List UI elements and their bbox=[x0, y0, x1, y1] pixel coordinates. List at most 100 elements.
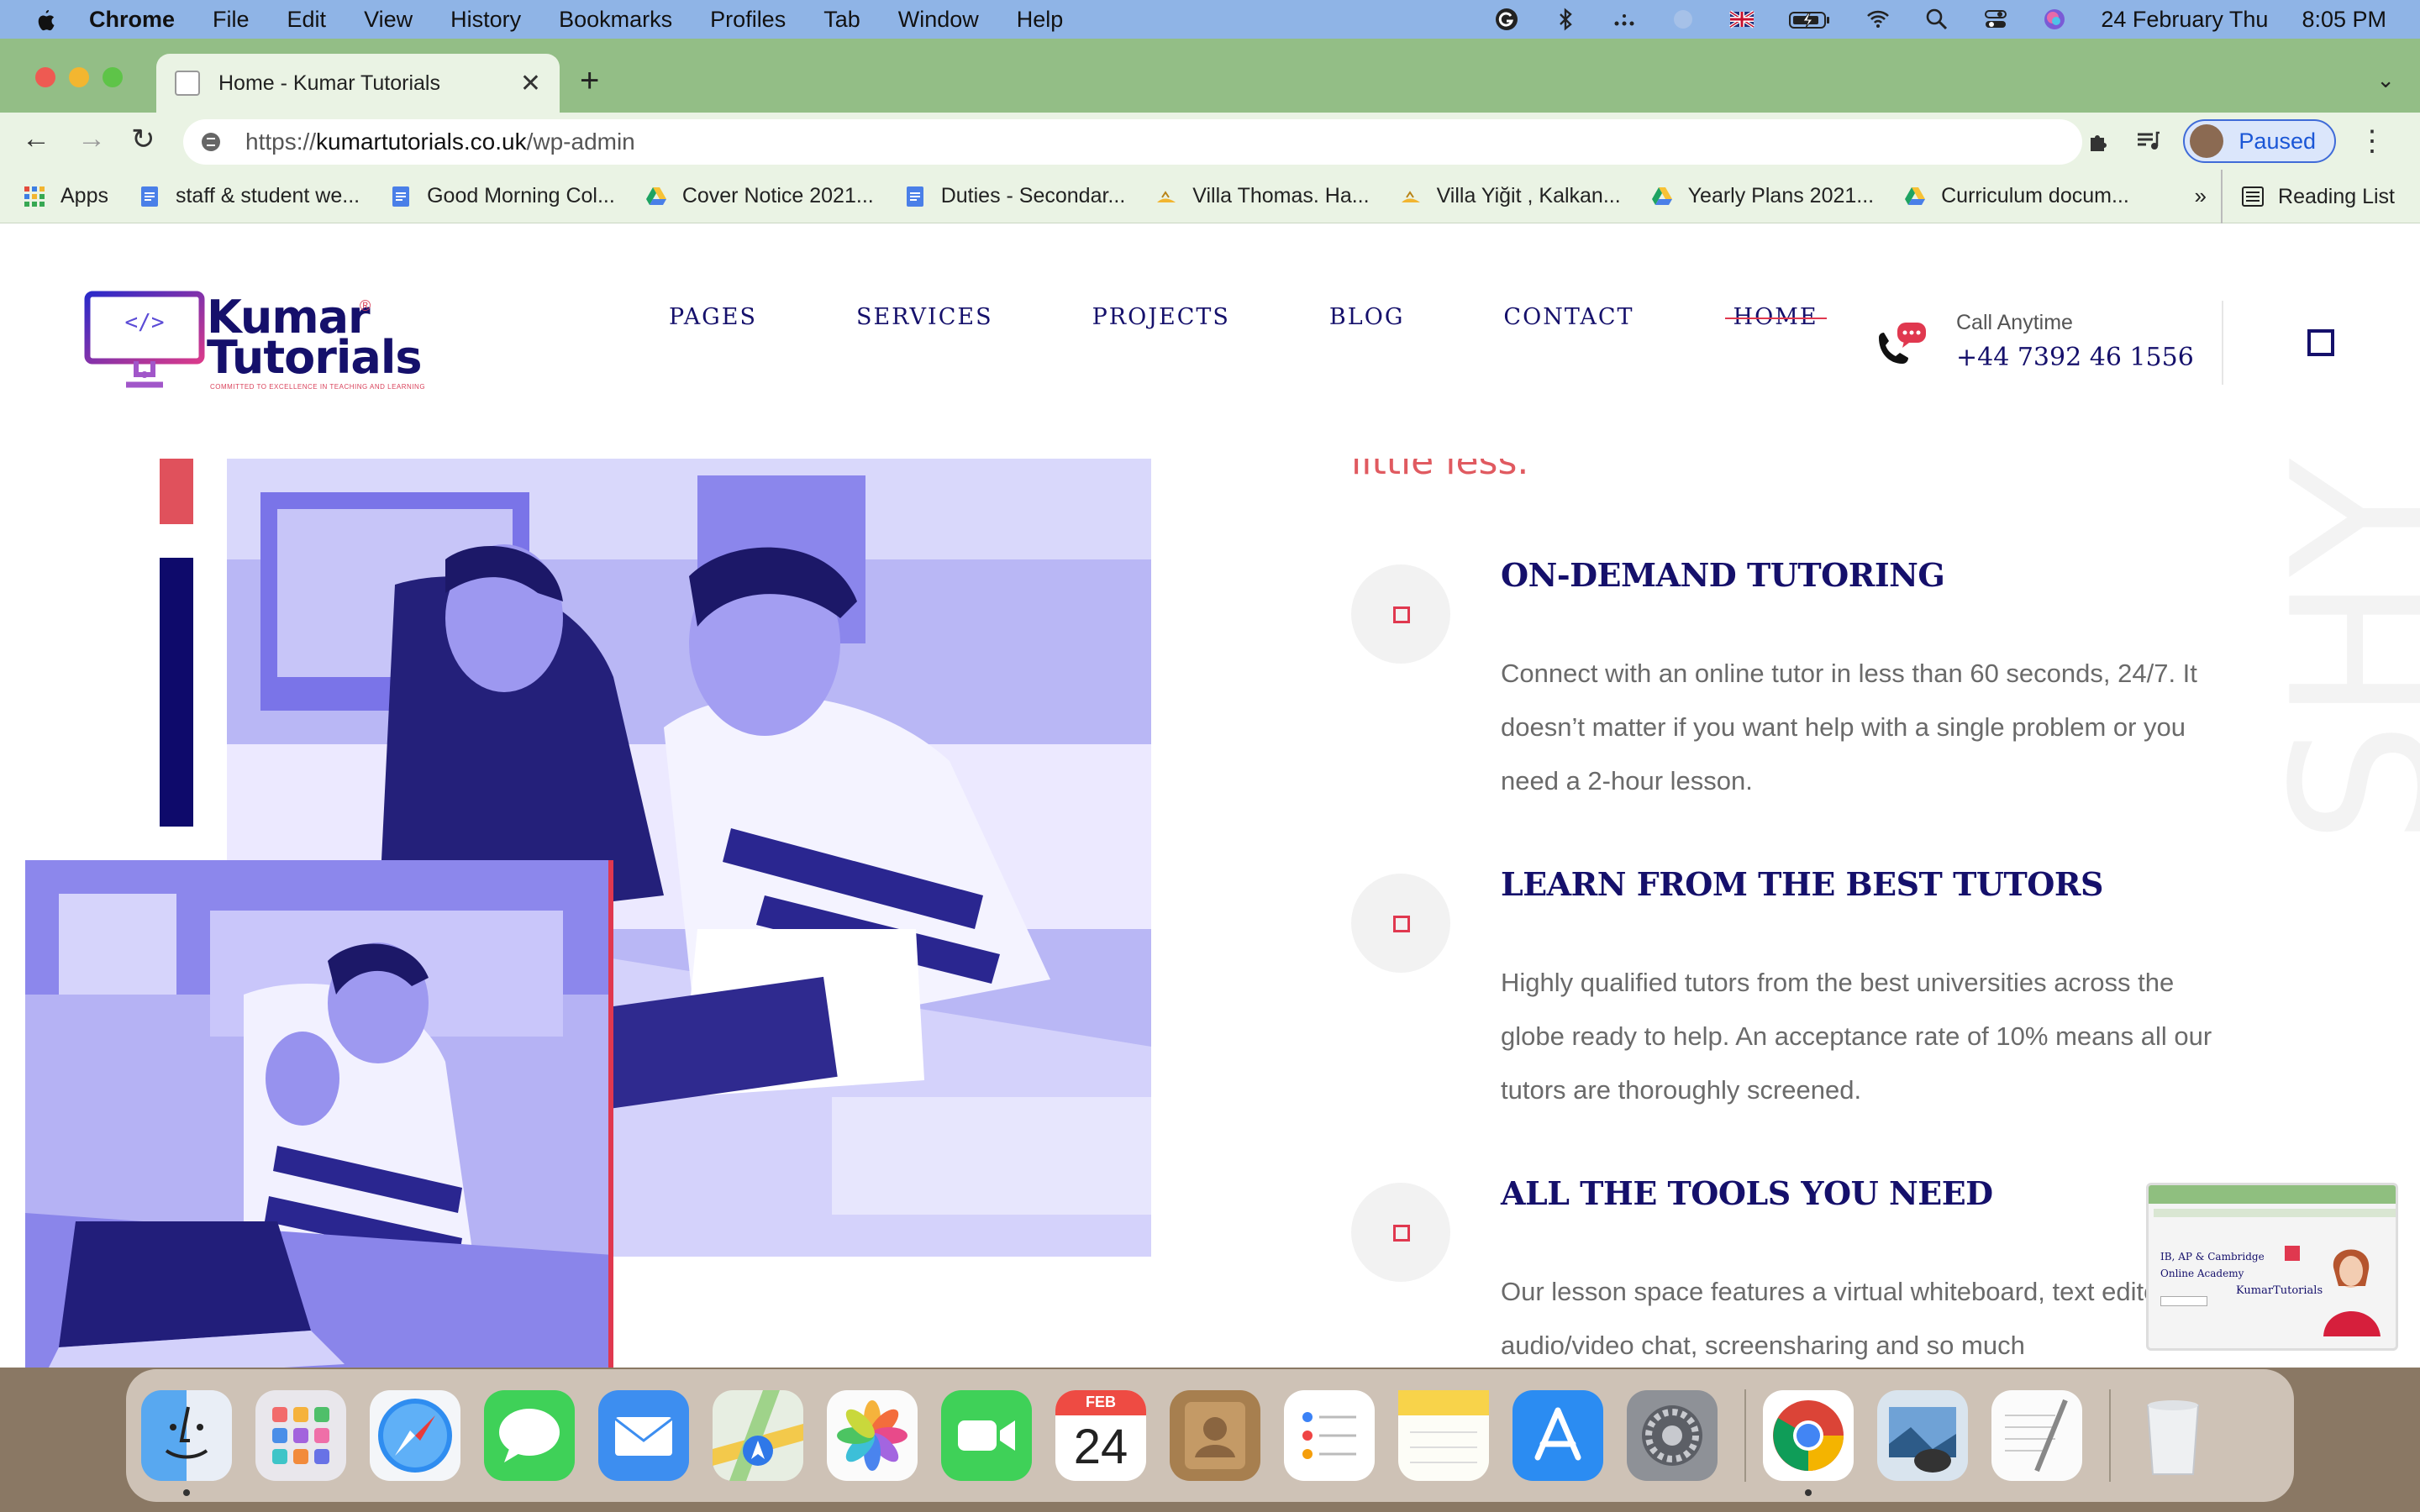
decor-red-bar bbox=[160, 459, 193, 524]
url-host: kumartutorials.co.uk bbox=[316, 129, 527, 155]
trash-icon[interactable] bbox=[2128, 1390, 2218, 1481]
back-arrow-icon[interactable]: ← bbox=[22, 123, 50, 155]
nav-pages[interactable]: PAGES bbox=[669, 304, 757, 330]
reload-icon[interactable]: ↻ bbox=[131, 123, 155, 156]
system-preferences-icon[interactable] bbox=[1627, 1390, 1718, 1481]
pip-browser-bar bbox=[2149, 1185, 2396, 1204]
calendar-icon[interactable]: FEB 24 bbox=[1055, 1390, 1146, 1481]
menu-bookmarks[interactable]: Bookmarks bbox=[559, 7, 672, 33]
launchpad-icon[interactable] bbox=[255, 1390, 346, 1481]
extensions-puzzle-icon[interactable] bbox=[2086, 128, 2112, 155]
feature-bullet-icon bbox=[1351, 874, 1450, 973]
site-header: </> Kumar ® Tutorials COMMITTED TO EXCEL… bbox=[0, 223, 2420, 459]
bookmark-staff-student[interactable]: staff & student we... bbox=[139, 184, 360, 208]
siri-icon[interactable] bbox=[2042, 7, 2067, 32]
close-window-button[interactable] bbox=[35, 67, 55, 87]
close-tab-icon[interactable]: ✕ bbox=[520, 69, 541, 98]
notes-icon[interactable] bbox=[1398, 1390, 1489, 1481]
feature-on-demand-tutoring: ON-DEMAND TUTORING Connect with an onlin… bbox=[1351, 556, 2217, 833]
app-store-a-icon bbox=[1534, 1407, 1581, 1461]
nav-projects[interactable]: PROJECTS bbox=[1092, 304, 1230, 330]
menu-view[interactable]: View bbox=[364, 7, 413, 33]
mail-icon[interactable] bbox=[598, 1390, 689, 1481]
macos-menu-bar: Chrome File Edit View History Bookmarks … bbox=[0, 0, 2420, 39]
safari-icon[interactable] bbox=[370, 1390, 460, 1481]
feature-description: Connect with an online tutor in less tha… bbox=[1501, 659, 2197, 795]
bookmark-curriculum[interactable]: Curriculum docum... bbox=[1904, 184, 2129, 208]
nav-home[interactable]: HOME bbox=[1724, 304, 1827, 330]
address-bar[interactable]: https://kumartutorials.co.uk/wp-admin bbox=[183, 119, 2082, 165]
wifi-icon[interactable] bbox=[1865, 7, 1891, 32]
apple-menu-icon[interactable] bbox=[32, 7, 57, 32]
zoom-window-button[interactable] bbox=[103, 67, 123, 87]
messages-icon[interactable] bbox=[484, 1390, 575, 1481]
site-info-icon[interactable] bbox=[200, 131, 222, 153]
calendar-month: FEB bbox=[1086, 1394, 1116, 1410]
reminders-icon[interactable] bbox=[1284, 1390, 1375, 1481]
maps-icon[interactable] bbox=[713, 1390, 803, 1481]
uk-flag-icon[interactable] bbox=[1729, 7, 1755, 32]
menu-app-name[interactable]: Chrome bbox=[89, 7, 175, 33]
bookmark-label: Villa Yiğit , Kalkan... bbox=[1436, 184, 1621, 207]
menu-toggle-square-icon[interactable] bbox=[2307, 329, 2334, 356]
photos-flower-icon bbox=[837, 1400, 908, 1471]
phone-chat-icon bbox=[1879, 323, 1926, 364]
bookmark-villa-yigit[interactable]: Villa Yiğit , Kalkan... bbox=[1400, 184, 1621, 208]
media-controls-icon[interactable] bbox=[2134, 128, 2161, 155]
contacts-icon[interactable] bbox=[1170, 1390, 1260, 1481]
new-tab-icon[interactable]: + bbox=[580, 62, 599, 100]
app-store-icon[interactable] bbox=[1512, 1390, 1603, 1481]
reading-list-button[interactable]: Reading List bbox=[2221, 170, 2395, 223]
tab-search-chevron-icon[interactable]: ⌄ bbox=[2376, 67, 2395, 93]
dots-icon[interactable] bbox=[1612, 7, 1637, 32]
call-number[interactable]: +44 7392 46 1556 bbox=[1956, 343, 2194, 372]
menu-file[interactable]: File bbox=[213, 7, 250, 33]
browser-tab-active[interactable]: Home - Kumar Tutorials ✕ bbox=[156, 54, 560, 113]
photos-icon[interactable] bbox=[827, 1390, 918, 1481]
menu-tab[interactable]: Tab bbox=[823, 7, 860, 33]
bookmark-label: Duties - Secondar... bbox=[940, 184, 1126, 207]
avatar bbox=[2190, 124, 2224, 158]
forward-arrow-icon[interactable]: → bbox=[77, 123, 106, 155]
drive-icon bbox=[1651, 186, 1672, 205]
bookmark-yearly-plans[interactable]: Yearly Plans 2021... bbox=[1651, 184, 1874, 208]
search-icon[interactable] bbox=[1924, 7, 1949, 32]
pip-brand: KumarTutorials bbox=[2236, 1284, 2323, 1297]
minimize-window-button[interactable] bbox=[69, 67, 89, 87]
bookmark-apps[interactable]: Apps bbox=[24, 184, 108, 208]
control-center-icon[interactable] bbox=[1983, 7, 2008, 32]
nav-contact[interactable]: CONTACT bbox=[1503, 304, 1634, 330]
blank-icon[interactable] bbox=[1670, 7, 1696, 32]
grammarly-icon[interactable] bbox=[1494, 7, 1519, 32]
bookmark-villa-thomas[interactable]: Villa Thomas. Ha... bbox=[1155, 184, 1370, 208]
menu-edit[interactable]: Edit bbox=[287, 7, 327, 33]
picture-in-picture-window[interactable]: IB, AP & Cambridge Online Academy KumarT… bbox=[2146, 1183, 2398, 1351]
bookmark-duties[interactable]: Duties - Secondar... bbox=[904, 184, 1126, 208]
nav-blog[interactable]: BLOG bbox=[1329, 304, 1404, 330]
site-logo[interactable]: </> Kumar ® Tutorials COMMITTED TO EXCEL… bbox=[84, 291, 425, 396]
profile-button[interactable]: Paused bbox=[2183, 119, 2336, 163]
finder-icon[interactable] bbox=[141, 1390, 232, 1496]
menu-help[interactable]: Help bbox=[1017, 7, 1064, 33]
facetime-icon[interactable] bbox=[941, 1390, 1032, 1481]
preview-icon[interactable] bbox=[1877, 1390, 1968, 1481]
menubar-date[interactable]: 24 February Thu bbox=[2101, 7, 2268, 33]
chrome-icon[interactable] bbox=[1763, 1390, 1854, 1496]
running-indicator bbox=[1805, 1489, 1812, 1496]
nav-services[interactable]: SERVICES bbox=[856, 304, 993, 330]
bluetooth-icon[interactable] bbox=[1553, 7, 1578, 32]
bookmark-cover-notice[interactable]: Cover Notice 2021... bbox=[645, 184, 874, 208]
textedit-icon[interactable] bbox=[1991, 1390, 2082, 1481]
kebab-menu-icon[interactable]: ⋮ bbox=[2358, 124, 2386, 158]
menu-history[interactable]: History bbox=[450, 7, 521, 33]
battery-icon[interactable] bbox=[1788, 7, 1832, 32]
menubar-time[interactable]: 8:05 PM bbox=[2302, 7, 2386, 33]
call-anytime-block[interactable]: Call Anytime +44 7392 46 1556 bbox=[1872, 306, 2225, 381]
feature-bullet-icon bbox=[1351, 564, 1450, 664]
menu-window[interactable]: Window bbox=[898, 7, 979, 33]
dock-separator bbox=[2109, 1389, 2111, 1482]
bookmarks-overflow-button[interactable]: » bbox=[2195, 183, 2207, 209]
menu-profiles[interactable]: Profiles bbox=[710, 7, 786, 33]
bookmark-good-morning[interactable]: Good Morning Col... bbox=[390, 184, 615, 208]
bookmark-label: Yearly Plans 2021... bbox=[1687, 184, 1875, 207]
